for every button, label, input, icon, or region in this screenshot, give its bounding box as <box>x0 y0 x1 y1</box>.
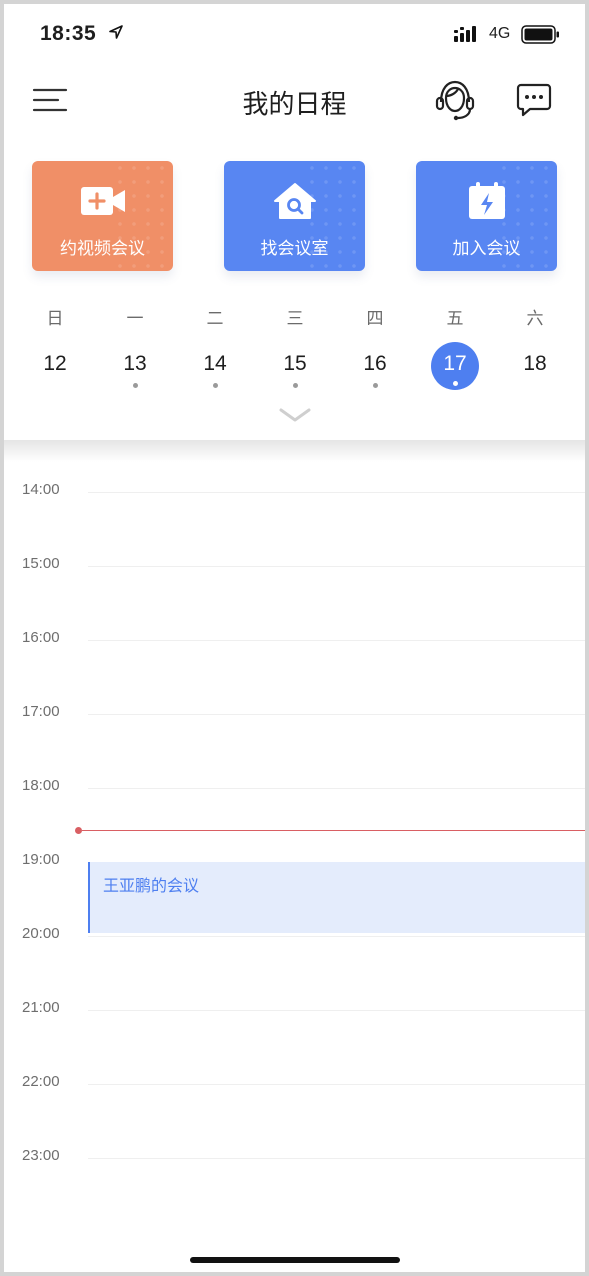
weekday-label: 二 <box>206 309 224 328</box>
customer-service-icon[interactable] <box>434 78 476 122</box>
status-time: 18:35 <box>40 22 97 45</box>
message-icon[interactable] <box>516 82 552 118</box>
hour-row: 16:00 <box>4 629 585 646</box>
location-arrow-icon <box>109 25 123 39</box>
network-type: 4G <box>489 25 511 42</box>
current-time-line <box>82 830 585 831</box>
hour-row: 14:00 <box>4 481 585 498</box>
day-sunday[interactable]: 日 12 <box>25 304 85 390</box>
video-meeting-label: 约视频会议 <box>60 239 145 258</box>
date-number: 16 <box>351 342 399 390</box>
day-monday[interactable]: 一 13 <box>105 304 165 390</box>
event-block[interactable]: 王亚鹏的会议 <box>88 862 585 933</box>
cellular-signal-icon <box>454 26 476 42</box>
hour-gridline <box>88 1158 585 1159</box>
hour-row: 15:00 <box>4 555 585 572</box>
app-screen: 18:35 4G 我的日程 约视频会议 找会议室 加入会议 日 12 一 13 … <box>0 0 589 1276</box>
event-dot <box>132 383 138 388</box>
day-friday[interactable]: 五 17 <box>425 304 485 390</box>
event-dot <box>372 383 378 388</box>
hour-label: 16:00 <box>22 629 60 646</box>
chevron-down-icon[interactable] <box>278 405 312 425</box>
date-number: 15 <box>271 342 319 390</box>
hour-label: 15:00 <box>22 555 60 572</box>
event-dot <box>212 383 218 388</box>
hour-gridline <box>88 788 585 789</box>
hour-row: 17:00 <box>4 703 585 720</box>
hour-row: 18:00 <box>4 777 585 794</box>
current-time-dot <box>75 827 82 834</box>
hour-label: 19:00 <box>22 851 60 868</box>
date-number: 14 <box>191 342 239 390</box>
weekday-label: 五 <box>446 309 464 328</box>
calendar-bolt-icon <box>468 182 505 219</box>
home-indicator[interactable] <box>190 1257 400 1263</box>
event-dot <box>452 381 458 386</box>
hour-row: 23:00 <box>4 1147 585 1164</box>
hour-gridline <box>88 936 585 937</box>
join-meeting-label: 加入会议 <box>452 239 521 258</box>
house-search-icon <box>273 183 316 219</box>
video-plus-icon <box>80 187 125 215</box>
hour-gridline <box>88 640 585 641</box>
hour-label: 22:00 <box>22 1073 60 1090</box>
day-thursday[interactable]: 四 16 <box>345 304 405 390</box>
hour-label: 23:00 <box>22 1147 60 1164</box>
date-number: 18 <box>523 352 547 375</box>
hour-gridline <box>88 566 585 567</box>
weekday-label: 一 <box>126 309 144 328</box>
hour-gridline <box>88 1084 585 1085</box>
day-saturday[interactable]: 六 18 <box>505 304 565 390</box>
find-room-button[interactable]: 找会议室 <box>224 161 365 271</box>
week-strip: 日 12 一 13 二 14 三 15 四 16 五 17 六 18 <box>4 304 585 394</box>
weekday-label: 六 <box>526 309 544 328</box>
weekday-label: 三 <box>286 309 304 328</box>
hour-label: 20:00 <box>22 925 60 942</box>
day-tuesday[interactable]: 二 14 <box>185 304 245 390</box>
status-bar: 18:35 4G <box>4 4 585 66</box>
video-meeting-button[interactable]: 约视频会议 <box>32 161 173 271</box>
hour-label: 21:00 <box>22 999 60 1016</box>
date-number: 12 <box>43 352 67 375</box>
hour-row: 20:00 <box>4 925 585 942</box>
day-timeline: 14:00 15:00 16:00 17:00 18:00 19:00 20:0… <box>4 448 585 1248</box>
selected-date: 17 <box>431 342 479 390</box>
hour-gridline <box>88 1010 585 1011</box>
hour-label: 14:00 <box>22 481 60 498</box>
weekday-label: 四 <box>366 309 384 328</box>
hour-label: 18:00 <box>22 777 60 794</box>
header: 我的日程 <box>4 66 585 134</box>
event-dot <box>292 383 298 388</box>
hour-row: 21:00 <box>4 999 585 1016</box>
quick-actions: 约视频会议 找会议室 加入会议 <box>4 161 585 273</box>
page-title: 我的日程 <box>242 89 347 119</box>
battery-icon <box>521 25 559 44</box>
find-room-label: 找会议室 <box>260 239 329 258</box>
hour-row: 22:00 <box>4 1073 585 1090</box>
date-number: 13 <box>111 342 159 390</box>
join-meeting-button[interactable]: 加入会议 <box>416 161 557 271</box>
weekday-label: 日 <box>46 309 64 328</box>
hour-label: 17:00 <box>22 703 60 720</box>
day-wednesday[interactable]: 三 15 <box>265 304 325 390</box>
hour-gridline <box>88 714 585 715</box>
event-title: 王亚鹏的会议 <box>103 878 200 895</box>
hour-gridline <box>88 492 585 493</box>
